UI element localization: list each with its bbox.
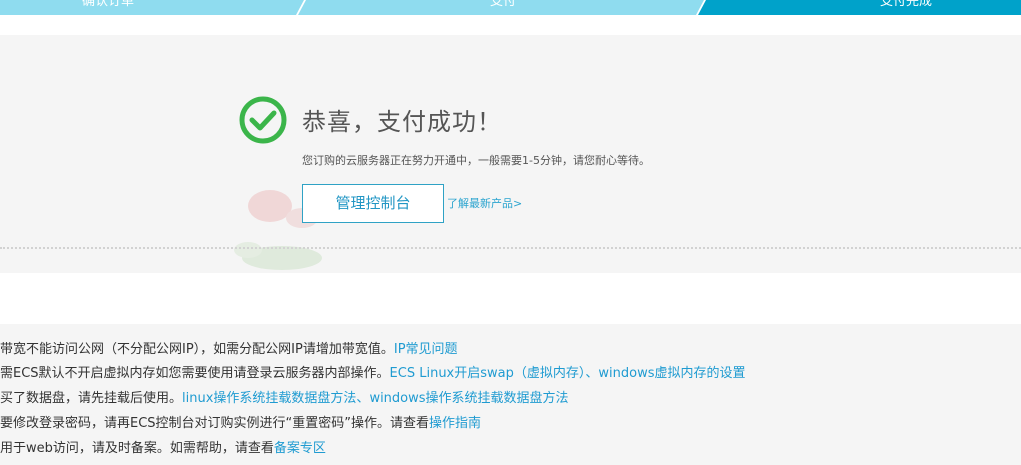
icp-filing-link[interactable]: 备案专区 [274,441,326,456]
note-virtual-memory: 需ECS默认不开启虚拟内存如您需要使用请登录云服务器内部操作。ECS Linux… [0,362,746,381]
manage-console-button[interactable]: 管理控制台 [302,184,444,223]
note-text: 买了数据盘，请先挂载后使用。 [0,391,183,406]
linux-mount-disk-link[interactable]: linux操作系统挂载数据盘方法 [182,391,356,406]
learn-new-products-link[interactable]: 了解最新产品> [447,195,522,211]
note-data-disk: 买了数据盘，请先挂载后使用。linux操作系统挂载数据盘方法、windows操作… [0,387,569,406]
step-pay: 支付 [490,0,517,9]
note-text: 带宽不能访问公网（不分配公网IP），如需分配公网IP请增加带宽值。 [0,342,394,357]
step-confirm-order: 确认订单 [82,0,135,9]
note-bandwidth: 带宽不能访问公网（不分配公网IP），如需分配公网IP请增加带宽值。IP常见问题 [0,338,458,357]
separator: 、 [356,391,370,406]
step-3-bg [698,0,1021,15]
step-payment-complete: 支付完成 [880,0,933,9]
success-subtitle: 您订购的云服务器正在努力开通中，一般需要1-5分钟，请您耐心等待。 [302,154,650,167]
check-circle-icon [239,96,287,144]
success-title: 恭喜，支付成功！ [302,108,502,136]
separator: 、 [585,366,599,381]
step-1-bg [0,0,304,15]
note-icp-filing: 用于web访问，请及时备案。如需帮助，请查看备案专区 [0,437,326,456]
windows-virtual-memory-link[interactable]: windows虚拟内存的设置 [598,366,745,381]
order-steps: 确认订单 支付 支付完成 [0,0,1021,15]
windows-mount-disk-link[interactable]: windows操作系统挂载数据盘方法 [369,391,568,406]
ip-faq-link[interactable]: IP常见问题 [394,342,458,357]
note-text: 需ECS默认不开启虚拟内存如您需要使用请登录云服务器内部操作。 [0,366,390,381]
linux-swap-link[interactable]: ECS Linux开启swap（虚拟内存） [390,366,586,381]
note-text: 要修改登录密码，请再ECS控制台对订购实例进行“重置密码”操作。请查看 [0,416,430,431]
note-text: 用于web访问，请及时备案。如需帮助，请查看 [0,441,274,456]
note-reset-password: 要修改登录密码，请再ECS控制台对订购实例进行“重置密码”操作。请查看操作指南 [0,412,481,431]
divider [0,247,1021,249]
operation-guide-link[interactable]: 操作指南 [429,416,481,431]
